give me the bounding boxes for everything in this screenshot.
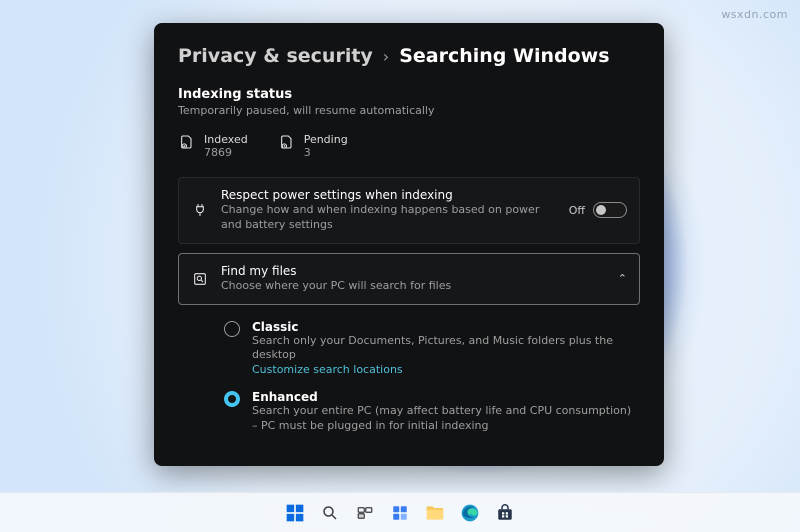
power-title: Respect power settings when indexing (221, 188, 557, 202)
clock-icon (278, 133, 296, 151)
find-subtitle: Choose where your PC will search for fil… (221, 279, 606, 294)
customize-search-locations-link[interactable]: Customize search locations (252, 363, 632, 376)
file-explorer-button[interactable] (421, 499, 449, 527)
option-classic-desc: Search only your Documents, Pictures, an… (252, 334, 632, 364)
store-button[interactable] (491, 499, 519, 527)
power-subtitle: Change how and when indexing happens bas… (221, 203, 557, 233)
task-view-button[interactable] (351, 499, 379, 527)
option-enhanced-title: Enhanced (252, 390, 632, 404)
start-button[interactable] (281, 499, 309, 527)
radio-classic[interactable] (224, 321, 240, 337)
option-enhanced-desc: Search your entire PC (may affect batter… (252, 404, 632, 434)
settings-panel: Privacy & security › Searching Windows I… (154, 23, 664, 466)
search-file-icon (191, 270, 209, 288)
watermark: wsxdn.com (721, 8, 788, 21)
indexing-status-subtitle: Temporarily paused, will resume automati… (178, 104, 640, 119)
stat-pending-value: 3 (304, 146, 348, 159)
chevron-up-icon: ⌃ (618, 272, 627, 285)
power-toggle[interactable] (593, 202, 627, 218)
breadcrumb-current: Searching Windows (399, 45, 609, 67)
find-my-files-row[interactable]: Find my files Choose where your PC will … (178, 253, 640, 305)
power-settings-row[interactable]: Respect power settings when indexing Cha… (178, 177, 640, 244)
option-classic-title: Classic (252, 320, 632, 334)
indexing-status-title: Indexing status (178, 87, 640, 102)
find-title: Find my files (221, 264, 606, 278)
breadcrumb-parent[interactable]: Privacy & security (178, 45, 373, 67)
radio-enhanced[interactable] (224, 391, 240, 407)
stat-indexed-value: 7869 (204, 146, 248, 159)
option-classic[interactable]: Classic Search only your Documents, Pict… (224, 320, 636, 377)
option-enhanced[interactable]: Enhanced Search your entire PC (may affe… (224, 390, 636, 434)
indexing-status-section: Indexing status Temporarily paused, will… (178, 87, 640, 159)
chevron-right-icon: › (383, 47, 389, 66)
breadcrumb: Privacy & security › Searching Windows (178, 45, 640, 67)
database-check-icon (178, 133, 196, 151)
widgets-button[interactable] (386, 499, 414, 527)
plug-icon (191, 201, 209, 219)
edge-button[interactable] (456, 499, 484, 527)
stat-indexed: Indexed 7869 (178, 133, 248, 159)
stat-indexed-label: Indexed (204, 133, 248, 146)
stat-pending-label: Pending (304, 133, 348, 146)
power-toggle-state: Off (569, 204, 585, 217)
stat-pending: Pending 3 (278, 133, 348, 159)
find-options: Classic Search only your Documents, Pict… (178, 314, 640, 452)
search-button[interactable] (316, 499, 344, 527)
taskbar (0, 492, 800, 532)
